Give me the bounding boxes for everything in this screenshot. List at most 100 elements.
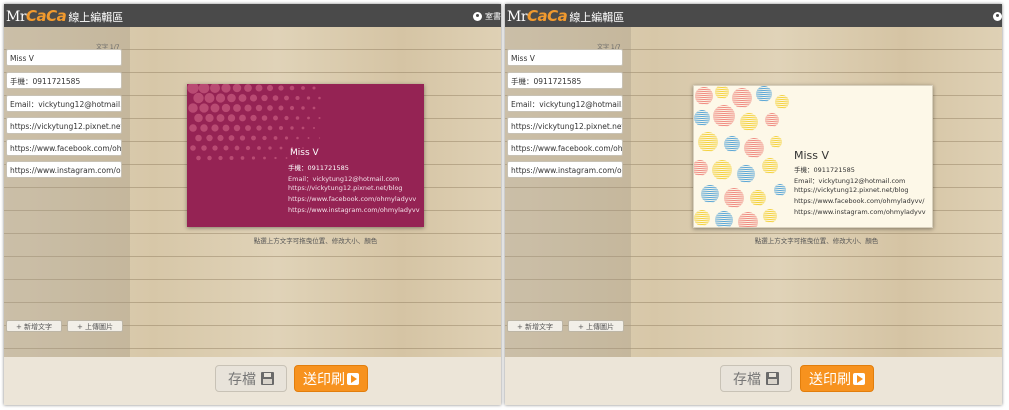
halftone-dot [301, 126, 305, 130]
striped-circle [694, 110, 710, 126]
halftone-dot [257, 146, 261, 150]
text-field[interactable]: https://vickytung12.pixnet.net/blog [6, 117, 122, 134]
halftone-dot [301, 106, 305, 110]
card-line[interactable]: 手機：0911721585 [794, 164, 855, 174]
card-line[interactable]: 手機：0911721585 [288, 162, 349, 172]
halftone-dot [190, 145, 196, 151]
halftone-dot [284, 95, 289, 101]
upload-image-button[interactable]: + 上傳圖片 [568, 320, 624, 332]
wood-workspace: 文字 1/7 Miss V 手機：0911721585 Email：vickyt… [4, 27, 501, 357]
halftone-dot [318, 137, 321, 139]
card-line[interactable]: Email：vickytung12@hotmail.com [794, 175, 905, 185]
striped-circle [774, 184, 786, 196]
halftone-dot [307, 137, 310, 139]
halftone-dot [262, 135, 267, 141]
logo-ca: Ca [46, 7, 67, 25]
halftone-dot [215, 93, 226, 103]
edit-hint: 點選上方文字可拖曳位置、修改大小、顏色 [253, 237, 378, 245]
upload-image-button[interactable]: + 上傳圖片 [67, 320, 123, 332]
halftone-dot [289, 105, 295, 111]
business-card[interactable]: Miss V 手機：0911721585 Email：vickytung12@h… [693, 85, 933, 228]
card-line[interactable]: https://www.facebook.com/ohmyladyvv/ [794, 197, 924, 205]
striped-circle [750, 190, 766, 206]
card-line[interactable]: https://www.instagram.com/ohmyladyvv [288, 206, 420, 214]
halftone-dot [289, 85, 295, 91]
halftone-dot [249, 94, 258, 102]
halftone-dot [301, 86, 305, 90]
halftone-dot [223, 145, 229, 151]
text-field[interactable]: https://vickytung12.pixnet.net/blog [507, 117, 623, 134]
card-line[interactable]: https://vickytung12.pixnet.net/blog [794, 186, 909, 194]
footer-bar: 存檔 送印刷 [505, 357, 1002, 405]
text-field[interactable]: Email：vickytung12@hotmail.com [6, 95, 122, 112]
text-field[interactable]: https://www.instagram.com/ohmylav [6, 161, 122, 178]
text-sidebar: 文字 1/7 Miss V 手機：0911721585 Email：vickyt… [4, 27, 130, 357]
text-field[interactable]: Miss V [6, 49, 122, 66]
editor-panel-left: Mr Ca Ca 線上編輯區 室書 文字 1/7 Miss V 手機：0911721… [4, 4, 501, 405]
halftone-dot [216, 114, 225, 122]
halftone-dot [261, 115, 268, 121]
account-menu[interactable]: 室書 [473, 8, 501, 24]
editor-panel-right: Mr Ca Ca 線上編輯區 文字 1/7 Miss V 手機：0911721585… [505, 4, 1002, 405]
card-line[interactable]: https://www.facebook.com/ohmyladyvv [288, 195, 416, 203]
halftone-dot [290, 126, 294, 130]
halftone-dot [244, 84, 252, 92]
text-field[interactable]: Miss V [507, 49, 623, 66]
halftone-dot [238, 94, 247, 102]
save-label: 存檔 [733, 371, 761, 388]
logo-mr: Mr [507, 9, 528, 25]
text-field[interactable]: https://www.facebook.com/ohmylad [507, 139, 623, 156]
header-bar: Mr Ca Ca 線上編輯區 [505, 4, 1002, 27]
card-line[interactable]: https://www.instagram.com/ohmyladyvv [794, 208, 926, 216]
halftone-dot [198, 84, 210, 94]
text-field[interactable]: https://www.facebook.com/ohmylad [6, 139, 122, 156]
print-label: 送印刷 [303, 371, 345, 388]
add-text-button[interactable]: + 新增文字 [6, 320, 62, 332]
striped-circle [744, 138, 764, 158]
save-button[interactable]: 存檔 [720, 365, 792, 392]
halftone-dot [255, 104, 263, 112]
send-to-print-button[interactable]: 送印刷 [294, 365, 368, 392]
striped-circle [763, 209, 777, 223]
halftone-dot [212, 145, 218, 151]
striped-circle [701, 185, 719, 203]
halftone-dot [217, 134, 224, 142]
halftone-dot [234, 145, 240, 151]
business-card[interactable]: Miss V 手機：0911721585 Email：vickytung12@h… [187, 84, 424, 227]
logo: Mr Ca Ca 線上編輯區 [507, 7, 624, 25]
text-field[interactable]: https://www.instagram.com/ohmylav [507, 161, 623, 178]
halftone-dot [221, 84, 231, 93]
save-button[interactable]: 存檔 [215, 365, 287, 392]
halftone-dot [245, 125, 251, 131]
halftone-dot [244, 104, 252, 112]
striped-circle [698, 132, 718, 152]
text-field[interactable]: 手機：0911721585 [507, 72, 623, 89]
account-menu[interactable] [993, 8, 1002, 24]
halftone-dot [307, 116, 310, 120]
text-field[interactable]: Email：vickytung12@hotmail.com [507, 95, 623, 112]
halftone-dot [295, 95, 300, 101]
striped-circle [738, 212, 758, 227]
halftone-dot [199, 103, 209, 113]
card-line[interactable]: Email：vickytung12@hotmail.com [288, 173, 399, 183]
striped-circle [762, 158, 778, 174]
add-text-button[interactable]: + 新增文字 [507, 320, 563, 332]
halftone-dot [239, 135, 246, 141]
halftone-dot [222, 124, 230, 132]
card-name[interactable]: Miss V [794, 149, 829, 162]
play-arrow-icon [853, 372, 865, 385]
halftone-dot [233, 104, 241, 112]
text-field[interactable]: 手機：0911721585 [6, 72, 122, 89]
halftone-dot [284, 136, 289, 140]
striped-circle [724, 136, 740, 152]
send-to-print-button[interactable]: 送印刷 [800, 365, 874, 392]
logo-subtitle: 線上編輯區 [569, 11, 625, 24]
card-line[interactable]: https://vickytung12.pixnet.net/blog [288, 184, 403, 192]
card-name[interactable]: Miss V [290, 148, 319, 158]
halftone-dot [240, 156, 245, 160]
halftone-dot [268, 146, 272, 150]
halftone-dot [312, 106, 316, 110]
halftone-dot [201, 145, 207, 151]
halftone-dot [318, 96, 321, 100]
halftone-dot [284, 115, 289, 121]
